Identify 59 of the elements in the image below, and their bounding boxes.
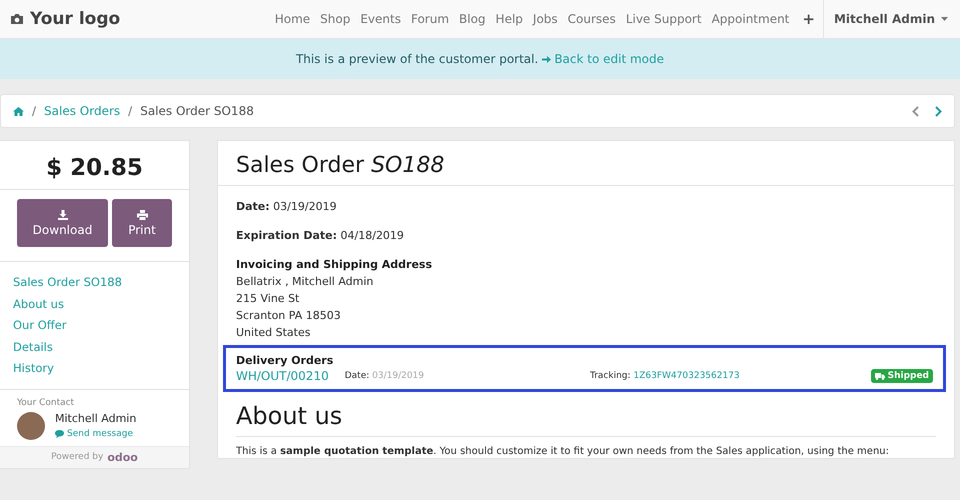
previous-icon[interactable]	[912, 106, 919, 116]
next-icon[interactable]	[935, 106, 942, 116]
sidebar-link[interactable]: About us	[13, 296, 176, 312]
address-heading: Invoicing and Shipping Address	[236, 257, 434, 273]
powered-by-text: Powered by	[51, 452, 104, 462]
contact-label: Your Contact	[17, 398, 76, 408]
truck-icon	[874, 372, 885, 380]
preview-notice: This is a preview of the customer portal.	[296, 52, 538, 66]
arrow-right-icon	[542, 54, 552, 64]
avatar	[17, 412, 45, 440]
nav-link[interactable]: Home	[270, 12, 316, 26]
nav-link[interactable]: Blog	[454, 12, 491, 26]
address-line: United States	[236, 325, 312, 341]
delivery-date: Date: 03/19/2019	[344, 371, 424, 381]
add-button[interactable]: +	[794, 10, 823, 28]
download-button[interactable]: Download	[17, 199, 108, 247]
send-message-link[interactable]: Send message	[55, 429, 136, 439]
tracking-link[interactable]: 1Z63FW470323562173	[634, 371, 740, 381]
back-to-edit-link[interactable]: Back to edit mode	[542, 52, 664, 66]
address-line: Scranton PA 18503	[236, 308, 342, 324]
brand-logo[interactable]: odoo	[107, 450, 138, 464]
breadcrumb-current: Sales Order SO188	[140, 104, 254, 118]
delivery-reference-link[interactable]: WH/OUT/00210	[236, 369, 329, 383]
nav-link[interactable]: Forum	[406, 12, 454, 26]
nav-link[interactable]: Help	[490, 12, 528, 26]
nav-link[interactable]: Jobs	[528, 12, 563, 26]
nav-link[interactable]: Live Support	[620, 12, 707, 26]
nav-link[interactable]: Events	[355, 12, 406, 26]
address-line: Bellatrix , Mitchell Admin	[236, 274, 374, 290]
sidebar-link[interactable]: Details	[13, 338, 176, 355]
logo-text: Your logo	[30, 9, 120, 29]
about-paragraph: This is a sample quotation template. You should customize it to fit your own needs from the Sales application, using the menu:	[236, 445, 890, 458]
download-icon	[58, 210, 68, 220]
expiration-date: Expiration Date: 04/18/2019	[236, 228, 405, 244]
nav-link[interactable]: Courses	[562, 12, 621, 26]
camera-icon	[10, 13, 24, 25]
nav-link[interactable]: Shop	[315, 12, 356, 26]
print-icon	[136, 210, 148, 220]
tracking-label: Tracking:	[590, 371, 631, 381]
breadcrumb-separator: /	[32, 104, 36, 118]
caret-icon	[941, 17, 948, 21]
home-icon[interactable]	[13, 106, 24, 116]
print-button[interactable]: Print	[112, 199, 172, 247]
order-title: Sales Order SO188	[218, 141, 954, 186]
nav-link[interactable]: Appointment	[706, 12, 794, 26]
about-heading: About us	[236, 402, 936, 437]
breadcrumb-link[interactable]: Sales Orders	[44, 104, 120, 118]
sidebar-link[interactable]: History	[13, 360, 176, 376]
breadcrumb-separator: /	[128, 104, 132, 118]
address-line: 215 Vine St	[236, 291, 300, 307]
delivery-heading: Delivery Orders	[236, 353, 334, 369]
shipped-badge: Shipped	[870, 369, 933, 383]
user-menu[interactable]: Mitchell Admin	[822, 0, 960, 38]
order-amount: $ 20.85	[0, 141, 189, 190]
order-date: Date: 03/19/2019	[236, 199, 338, 215]
chat-bubble-icon	[55, 430, 64, 438]
sidebar-link[interactable]: Our Offer	[13, 317, 176, 334]
sidebar-link[interactable]: Sales Order SO188	[13, 274, 176, 290]
contact-name: Mitchell Admin	[55, 412, 136, 425]
